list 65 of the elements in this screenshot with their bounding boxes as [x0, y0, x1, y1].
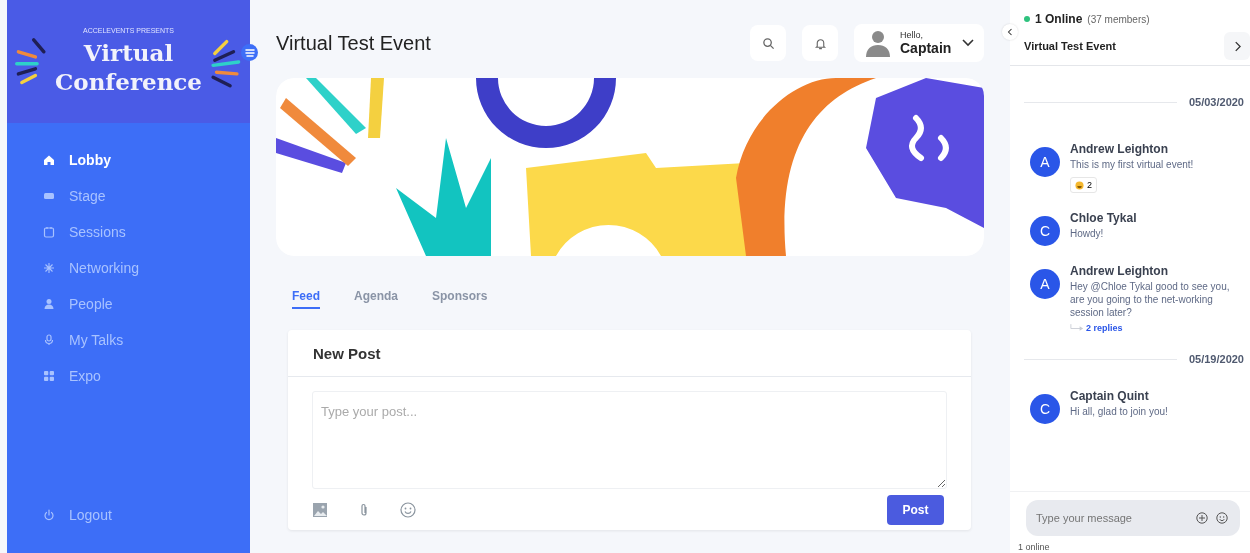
bell-icon [813, 36, 827, 50]
asterisk-icon [43, 261, 55, 274]
brand-title: Virtual [83, 38, 174, 67]
message-text: Hey @Chloe Tykal good to see you, are you going to the net-working session later? [1070, 280, 1231, 319]
search-button[interactable] [750, 25, 786, 61]
add-icon[interactable] [1196, 512, 1208, 524]
sidebar-item[interactable]: Networking [7, 257, 250, 278]
emoji-icon [1075, 180, 1084, 190]
menu-toggle-button[interactable] [241, 44, 258, 61]
sender-name: Chloe Tykal [1070, 211, 1137, 225]
message-text: Howdy! [1070, 227, 1104, 240]
avatar: C [1030, 216, 1060, 246]
replies-link[interactable]: 2 replies [1086, 323, 1123, 333]
sidebar-item[interactable]: People [7, 293, 250, 314]
feed-tab[interactable]: Sponsors [432, 289, 488, 309]
chat-channel-title: Virtual Test Event [1024, 40, 1116, 52]
avatar: A [1030, 147, 1060, 177]
sidebar-item[interactable]: My Talks [7, 329, 250, 350]
sidebar-item[interactable]: Expo [7, 365, 250, 386]
user-avatar-icon [864, 29, 892, 57]
online-status: 1 online [1018, 542, 1051, 552]
message-text: This is my first virtual event! [1070, 158, 1194, 171]
logout-link[interactable]: Logout [7, 504, 250, 525]
home-icon [43, 153, 55, 166]
online-dot-icon [1024, 16, 1030, 22]
smiley-icon[interactable] [1216, 512, 1228, 524]
brand-title: Conference [55, 67, 202, 96]
sender-name: Andrew Leighton [1070, 264, 1168, 278]
menu-icon [243, 46, 256, 59]
power-icon [43, 508, 55, 521]
event-title: Virtual Test Event [276, 31, 432, 55]
reaction-badge[interactable]: 2 [1070, 177, 1097, 193]
person-icon [43, 297, 55, 310]
notifications-button[interactable] [802, 25, 838, 61]
sidebar-item[interactable]: Lobby [7, 149, 250, 170]
date-divider: 05/19/2020 [1188, 353, 1244, 365]
user-menu-button[interactable]: Hello, Captain [854, 24, 984, 62]
post-field[interactable]: Type your post... [312, 391, 947, 489]
message-text: Hi all, glad to join you! [1070, 405, 1168, 418]
reply-arrow-icon [1070, 323, 1084, 333]
grid-icon [43, 369, 55, 382]
search-icon [761, 36, 775, 50]
avatar: A [1030, 269, 1060, 299]
chevron-left-icon [1007, 28, 1013, 36]
feed-tab[interactable]: Feed [292, 289, 320, 309]
microphone-icon [43, 333, 55, 346]
online-count: 1 Online [1035, 12, 1083, 26]
chevron-down-icon [962, 39, 974, 47]
message-field[interactable]: Type your message [1026, 500, 1240, 536]
chevron-right-icon [1233, 40, 1241, 52]
feed-tab[interactable]: Agenda [354, 289, 399, 309]
smiley-icon[interactable] [400, 502, 416, 518]
sender-name: Captain Quint [1070, 389, 1149, 403]
card-title: New Post [313, 344, 381, 362]
sidebar-item[interactable]: Stage [7, 185, 250, 206]
collapse-button[interactable] [1002, 24, 1018, 40]
next-button[interactable] [1224, 32, 1250, 60]
avatar: C [1030, 394, 1060, 424]
calendar-icon [43, 225, 55, 238]
date-divider: 05/03/2020 [1188, 96, 1244, 108]
member-count: (37 members) [1087, 13, 1150, 25]
sidebar-item[interactable]: Sessions [7, 221, 250, 242]
sender-name: Andrew Leighton [1070, 142, 1168, 156]
image-icon[interactable] [312, 502, 328, 518]
post-button[interactable]: Post [887, 495, 944, 525]
